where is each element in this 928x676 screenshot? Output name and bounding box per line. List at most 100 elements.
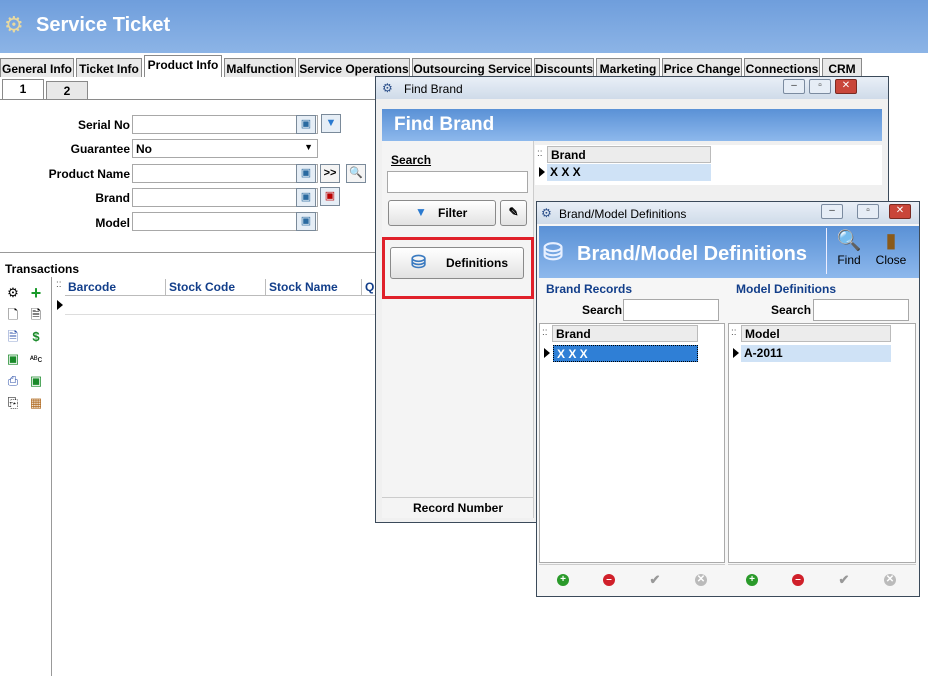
close-button[interactable]: ✕ xyxy=(835,79,857,94)
search-doc-icon[interactable]: 🔍 xyxy=(346,164,366,183)
tab-crm[interactable]: CRM xyxy=(822,58,862,77)
tab-marketing[interactable]: Marketing xyxy=(596,58,660,77)
brand-field[interactable] xyxy=(132,188,318,207)
confirm-check-icon[interactable]: ✔ xyxy=(838,573,850,586)
brand-lookup-icon[interactable]: ▣ xyxy=(296,188,316,207)
tab-connections[interactable]: Connections xyxy=(744,58,820,77)
add-icon[interactable]: + xyxy=(557,574,569,586)
guarantee-label: Guarantee xyxy=(70,142,130,156)
find-brand-window-title: Find Brand xyxy=(404,82,463,96)
dollar-icon[interactable]: $ xyxy=(28,329,44,345)
bm-header-bar: ⛁ Brand/Model Definitions 🔍 Find ▮ Close xyxy=(539,226,919,278)
tab-outsourcing-service[interactable]: Outsourcing Service xyxy=(412,58,532,77)
model-lookup-icon[interactable]: ▣ xyxy=(296,212,316,231)
find-brand-search-input[interactable] xyxy=(387,171,528,193)
bm-header-title: Brand/Model Definitions xyxy=(577,243,807,265)
cancel-icon[interactable]: ✕ xyxy=(695,574,707,586)
find-brand-header: Find Brand xyxy=(382,109,882,141)
tab-ticket-info[interactable]: Ticket Info xyxy=(76,58,142,77)
transactions-toolbar: ⚙ + 🗋 🗎 🗎 $ ▣ ᴬᴮc ⎙ ▣ ⎘ ▦ xyxy=(0,277,52,676)
tab-discounts[interactable]: Discounts xyxy=(534,58,594,77)
definitions-button[interactable]: ⛁ Definitions xyxy=(390,247,524,279)
close-label: Close xyxy=(875,253,907,267)
model-search-input[interactable] xyxy=(813,299,909,321)
clear-eraser-icon[interactable]: ✎ xyxy=(500,200,527,226)
close-action-button[interactable]: ▮ Close xyxy=(871,228,911,276)
find-button[interactable]: 🔍 Find xyxy=(831,228,867,276)
find-brand-grid: :: Brand X X X xyxy=(535,145,882,185)
find-brand-left-panel: Search ▼ Filter ✎ ⛁ Definitions Record N… xyxy=(382,141,534,518)
brand-search-input[interactable] xyxy=(623,299,719,321)
grid-handle-icon: :: xyxy=(731,327,737,338)
find-label: Find xyxy=(837,253,861,267)
report-icon[interactable]: 🗎 xyxy=(5,329,21,345)
printer-icon[interactable]: ⎙ xyxy=(5,373,21,389)
guarantee-value: No xyxy=(136,142,152,156)
filter-icon[interactable]: ▼ xyxy=(321,114,341,133)
model-field[interactable] xyxy=(132,212,318,231)
box-icon[interactable]: ▦ xyxy=(28,395,44,411)
copy-icon[interactable]: ⎘ xyxy=(5,395,21,411)
app-icon: ⚙ xyxy=(382,81,393,95)
tab-service-operations[interactable]: Service Operations xyxy=(298,58,410,77)
maximize-button[interactable]: ▫ xyxy=(857,204,879,219)
col-stock-name[interactable]: Stock Name xyxy=(266,279,362,296)
new-document-icon[interactable]: 🗋 xyxy=(5,307,21,323)
col-barcode[interactable]: Barcode xyxy=(65,279,166,296)
model-label: Model xyxy=(95,216,130,230)
row-pointer-icon xyxy=(57,300,63,310)
add-icon[interactable]: + xyxy=(746,574,758,586)
serial-no-field[interactable] xyxy=(132,115,318,134)
header-separator xyxy=(826,228,827,274)
main-title: Service Ticket xyxy=(36,14,171,36)
maximize-button[interactable]: ▫ xyxy=(809,79,831,94)
document-list-icon[interactable]: 🗎 xyxy=(28,307,44,323)
more-button[interactable]: >> xyxy=(320,164,340,183)
cancel-icon[interactable]: ✕ xyxy=(884,574,896,586)
tab-general-info[interactable]: General Info xyxy=(0,58,74,77)
row-pointer-icon xyxy=(544,348,550,358)
guarantee-select[interactable]: No ▼ xyxy=(132,139,318,158)
definitions-icon: ⛁ xyxy=(411,252,427,272)
brand-column-header[interactable]: Brand xyxy=(547,146,711,163)
tab-malfunction[interactable]: Malfunction xyxy=(224,58,296,77)
transactions-title: Transactions xyxy=(5,262,80,276)
filter-label: Filter xyxy=(438,206,468,220)
confirm-check-icon[interactable]: ✔ xyxy=(649,573,661,586)
chevron-down-icon: ▼ xyxy=(304,142,313,152)
barcode-lookup-icon[interactable]: ▣ xyxy=(296,115,316,134)
tab-product-info[interactable]: Product Info xyxy=(144,55,222,77)
bm-window-title: Brand/Model Definitions xyxy=(559,207,687,221)
model-header[interactable]: Model xyxy=(741,325,891,342)
brand-records-row[interactable]: X X X xyxy=(553,345,698,362)
remove-icon[interactable]: – xyxy=(792,574,804,586)
product-name-field[interactable] xyxy=(132,164,318,183)
product-lookup-icon[interactable]: ▣ xyxy=(296,164,316,183)
definitions-label: Definitions xyxy=(446,256,508,270)
subtab-2[interactable]: 2 xyxy=(46,81,88,100)
text-format-icon[interactable]: ᴬᴮc xyxy=(28,351,44,367)
subtab-1[interactable]: 1 xyxy=(2,79,44,100)
remove-icon[interactable]: – xyxy=(603,574,615,586)
col-quantity[interactable]: Q xyxy=(362,279,376,296)
funnel-icon: ▼ xyxy=(415,205,427,219)
model-row[interactable]: A-2011 xyxy=(741,345,891,362)
model-search-label: Search xyxy=(771,303,812,317)
minimize-button[interactable]: – xyxy=(821,204,843,219)
app-icon: ⚙ xyxy=(541,206,552,220)
grid-handle-icon: :: xyxy=(537,148,543,159)
brand-definitions-icon[interactable]: ▣ xyxy=(320,187,340,206)
minimize-button[interactable]: – xyxy=(783,79,805,94)
col-stock-code[interactable]: Stock Code xyxy=(166,279,266,296)
gear-icon[interactable]: ⚙ xyxy=(5,285,21,301)
magnifier-icon: 🔍 xyxy=(836,230,862,252)
transactions-new-row[interactable] xyxy=(65,297,376,315)
add-icon[interactable]: + xyxy=(28,284,44,302)
brand-row[interactable]: X X X xyxy=(547,164,711,181)
add-document-icon[interactable]: ▣ xyxy=(5,351,21,367)
brand-records-header[interactable]: Brand xyxy=(552,325,698,342)
filter-button[interactable]: ▼ Filter xyxy=(388,200,496,226)
tab-price-change[interactable]: Price Change xyxy=(662,58,742,77)
barcode-icon[interactable]: ▣ xyxy=(28,373,44,389)
close-button[interactable]: ✕ xyxy=(889,204,911,219)
